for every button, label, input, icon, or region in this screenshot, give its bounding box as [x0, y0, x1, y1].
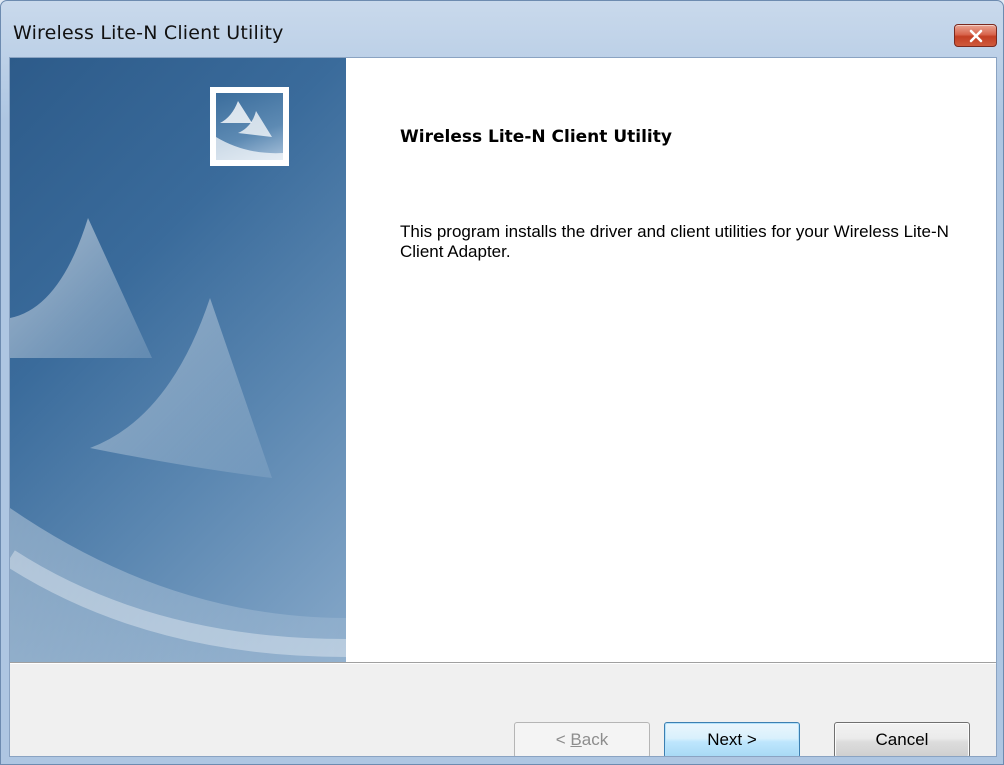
page-title: Wireless Lite-N Client Utility [400, 127, 672, 147]
wizard-content: Wireless Lite-N Client Utility This prog… [346, 58, 996, 662]
window-title: Wireless Lite-N Client Utility [13, 22, 284, 44]
wizard-body: Wireless Lite-N Client Utility This prog… [9, 57, 997, 757]
banner-sails-graphic [10, 218, 346, 662]
wizard-side-banner [10, 58, 346, 662]
cancel-button-label: Cancel [875, 730, 929, 749]
next-button-label: Next > [707, 730, 757, 749]
back-button-label: < Back [555, 730, 609, 749]
back-button[interactable]: < Back [514, 722, 650, 756]
installer-window: Wireless Lite-N Client Utility Wireless … [0, 0, 1004, 765]
app-logo [210, 87, 289, 166]
next-button[interactable]: Next > [664, 722, 800, 756]
title-bar[interactable]: Wireless Lite-N Client Utility [1, 1, 1003, 57]
app-logo-icon [216, 93, 283, 160]
page-description: This program installs the driver and cli… [400, 222, 949, 261]
close-button[interactable] [954, 24, 997, 47]
cancel-button[interactable]: Cancel [834, 722, 970, 756]
close-icon [969, 29, 982, 42]
